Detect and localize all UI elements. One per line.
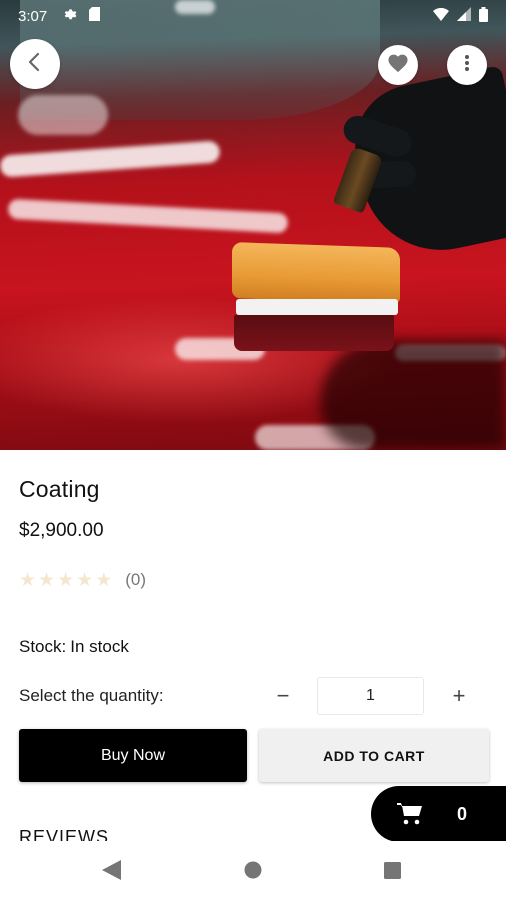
battery-icon [479,6,488,26]
cart-button[interactable]: 0 [371,786,506,842]
applicator-base [234,315,394,351]
product-title: Coating [19,476,100,502]
sd-card-icon [89,7,101,25]
quantity-decrement-button[interactable]: − [270,682,296,710]
stock-status: Stock: In stock [19,637,129,657]
nav-recents-button[interactable] [384,862,401,884]
light-reflection [7,198,289,234]
product-rating: ★ ★ ★ ★ ★ (0) [19,570,146,590]
status-bar: 3:07 [0,0,506,32]
nav-back-button[interactable] [102,860,121,885]
more-options-button[interactable] [447,45,487,85]
applicator-felt [236,299,398,315]
heart-icon [387,53,409,78]
star-icon: ★ [95,569,113,591]
nav-home-button[interactable] [244,861,262,884]
quantity-input[interactable] [317,677,424,715]
quantity-increment-button[interactable]: + [446,682,472,710]
coating-applicator [232,242,400,355]
rating-count: (0) [125,570,147,589]
cart-count-badge: 0 [457,803,468,824]
light-reflection [0,140,221,178]
stock-value: In stock [70,637,129,656]
quantity-label: Select the quantity: [19,686,164,705]
shopping-cart-icon [397,802,423,826]
reviews-heading: REVIEWS [19,827,110,841]
wifi-icon [433,7,449,25]
signal-icon [457,7,471,25]
back-button[interactable] [10,39,60,89]
status-time: 3:07 [18,7,48,25]
stock-label: Stock: [19,637,67,656]
rating-stars: ★ ★ ★ ★ ★ [19,571,112,590]
star-icon: ★ [38,569,56,591]
product-image [0,0,506,450]
star-icon: ★ [76,569,94,591]
settings-icon [63,7,77,25]
buy-now-button[interactable]: Buy Now [19,729,247,782]
glove-reflection [320,340,506,450]
light-reflection [18,95,108,135]
product-price: $2,900.00 [19,520,104,541]
applicator-sponge [232,242,400,304]
favorite-button[interactable] [378,45,418,85]
more-vertical-icon [464,54,470,77]
add-to-cart-button[interactable]: ADD TO CART [259,729,489,782]
star-icon: ★ [19,569,37,591]
system-navigation-bar [0,841,506,900]
star-icon: ★ [57,569,75,591]
back-arrow-icon [24,51,46,78]
